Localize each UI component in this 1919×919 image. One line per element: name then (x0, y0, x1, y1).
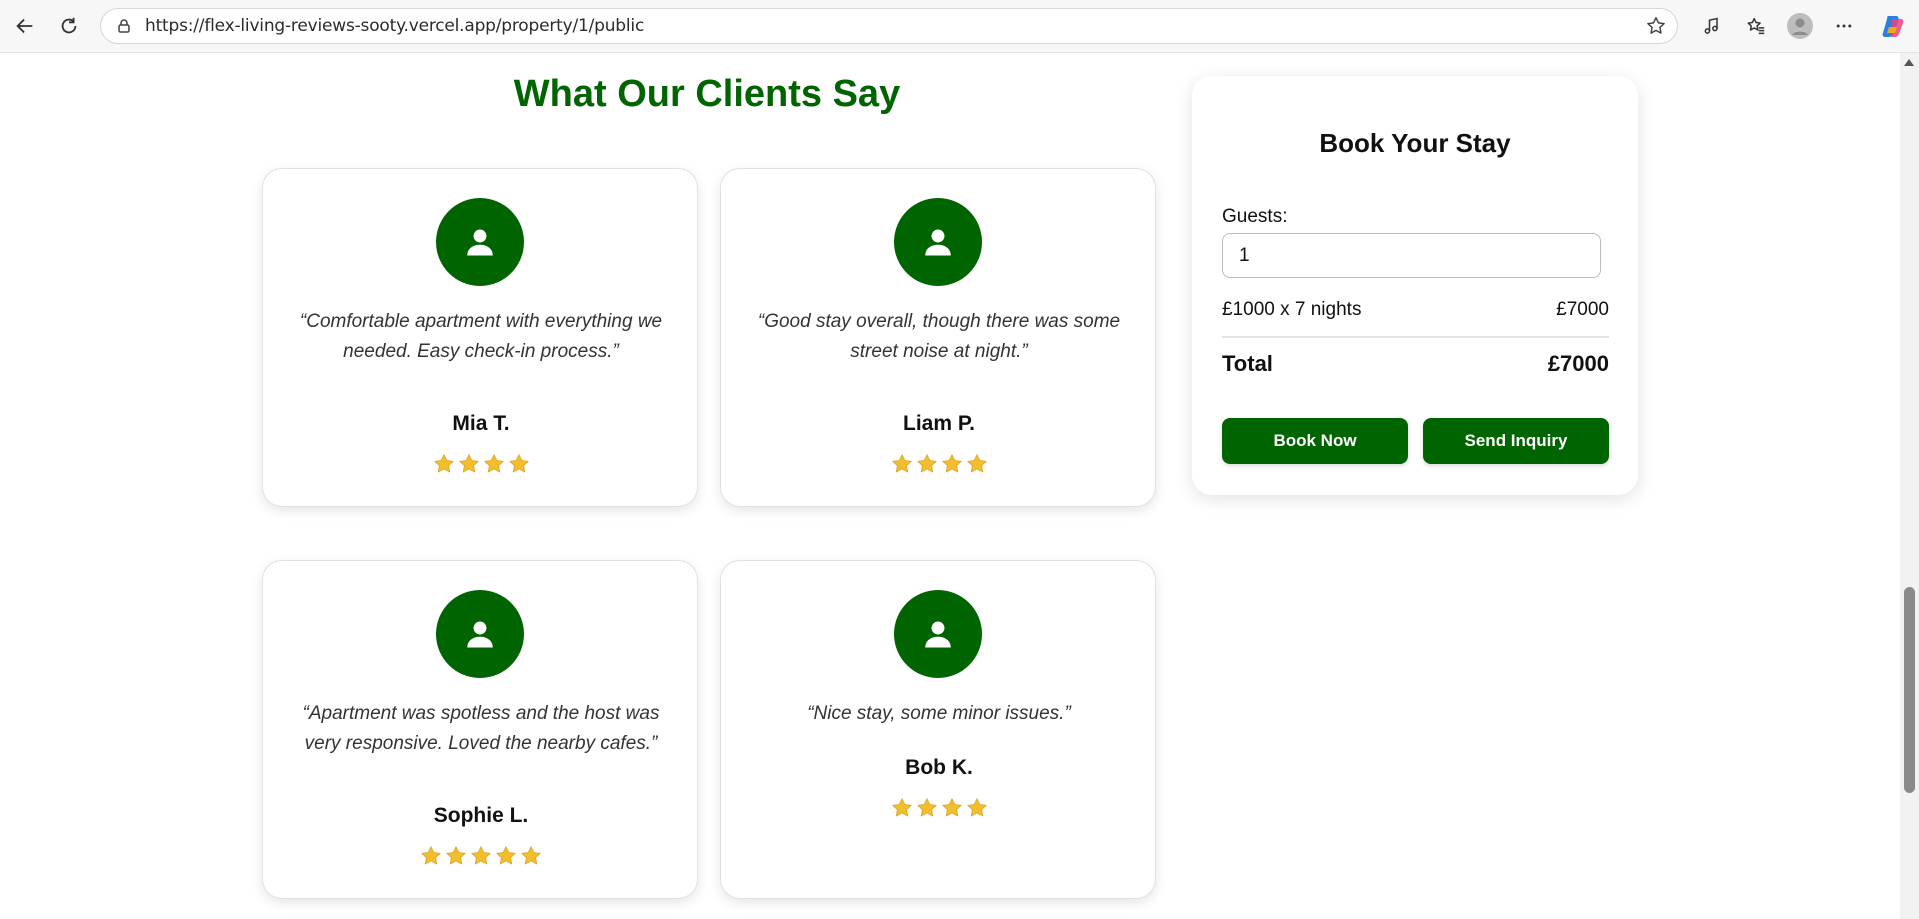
total-amount: £7000 (1547, 351, 1609, 376)
site-info-icon[interactable] (113, 18, 135, 34)
address-bar[interactable]: https://flex-living-reviews-sooty.vercel… (100, 8, 1678, 44)
book-now-button[interactable]: Book Now (1222, 418, 1408, 464)
review-quote: “Nice stay, some minor issues.” (807, 703, 1071, 724)
star-icon (916, 454, 937, 473)
back-arrow-icon (16, 18, 33, 34)
star-rating (721, 797, 1157, 819)
star-icon (521, 846, 541, 865)
star-icon (891, 798, 912, 817)
more-menu-button[interactable] (1829, 11, 1859, 41)
avatar (894, 198, 982, 286)
music-note-icon (1704, 17, 1718, 34)
star-rating (263, 453, 699, 475)
user-icon (925, 229, 951, 256)
profile-button[interactable] (1785, 11, 1815, 41)
star-icon (446, 846, 466, 865)
divider (1222, 336, 1609, 338)
avatar-icon (1787, 13, 1813, 39)
star-icon (421, 846, 441, 865)
user-icon (467, 621, 493, 648)
rate-label: £1000 x 7 nights (1222, 299, 1362, 320)
star-icon (458, 454, 479, 473)
reviewer-name: Bob K. (905, 756, 973, 779)
review-quote: “Good stay overall, though there was som… (757, 311, 1121, 362)
star-icon (941, 798, 962, 817)
media-control-button[interactable] (1697, 11, 1727, 41)
url-text[interactable]: https://flex-living-reviews-sooty.vercel… (145, 16, 644, 36)
avatar (894, 590, 982, 678)
rate-row: £1000 x 7 nights £7000 (1222, 299, 1609, 321)
reviewer-name: Liam P. (903, 412, 975, 435)
total-label: Total (1222, 351, 1273, 376)
star-icon (471, 846, 491, 865)
reload-button[interactable] (54, 11, 84, 41)
reviewer-name: Sophie L. (433, 804, 529, 827)
user-icon (467, 229, 493, 256)
favorites-list-icon (1747, 17, 1765, 35)
total-row: Total £7000 (1222, 351, 1609, 377)
reload-icon (61, 17, 77, 34)
page-content: What Our Clients Say “Comfortable apartm… (0, 53, 1900, 919)
scroll-up-arrow-icon[interactable] (1904, 59, 1914, 66)
browser-toolbar: https://flex-living-reviews-sooty.vercel… (0, 0, 1919, 53)
star-icon (966, 798, 987, 817)
favorites-button[interactable] (1741, 11, 1771, 41)
guests-label: Guests: (1222, 206, 1288, 227)
back-button[interactable] (10, 11, 40, 41)
star-icon (483, 454, 504, 473)
copilot-icon (1882, 16, 1904, 37)
star-icon (916, 798, 937, 817)
favorite-star-icon[interactable] (1645, 15, 1667, 37)
star-icon (891, 454, 912, 473)
review-quote: “Apartment was spotless and the host was… (302, 703, 660, 754)
guests-input[interactable] (1222, 233, 1601, 278)
more-dots-icon (1836, 24, 1852, 28)
send-inquiry-button[interactable]: Send Inquiry (1423, 418, 1609, 464)
avatar (436, 198, 524, 286)
review-card: “Nice stay, some minor issues.” Bob K. (720, 560, 1156, 899)
star-icon (433, 454, 454, 473)
scrollbar-thumb[interactable] (1904, 587, 1915, 793)
star-icon (508, 454, 529, 473)
review-card: “Apartment was spotless and the host was… (262, 560, 698, 899)
star-rating (721, 453, 1157, 475)
rate-amount: £7000 (1556, 299, 1609, 320)
copilot-button[interactable] (1878, 11, 1908, 41)
reviewer-name: Mia T. (452, 412, 510, 435)
vertical-scrollbar[interactable] (1900, 53, 1919, 919)
review-card: “Good stay overall, though there was som… (720, 168, 1156, 507)
reviews-heading: What Our Clients Say (513, 73, 901, 115)
booking-title: Book Your Stay (1319, 128, 1511, 158)
booking-card: Book Your Stay Guests: £1000 x 7 nights … (1192, 76, 1638, 495)
star-rating (263, 845, 699, 867)
review-card: “Comfortable apartment with everything w… (262, 168, 698, 507)
user-icon (925, 621, 951, 648)
star-icon (941, 454, 962, 473)
avatar (436, 590, 524, 678)
star-icon (966, 454, 987, 473)
star-icon (496, 846, 516, 865)
review-quote: “Comfortable apartment with everything w… (299, 311, 663, 362)
